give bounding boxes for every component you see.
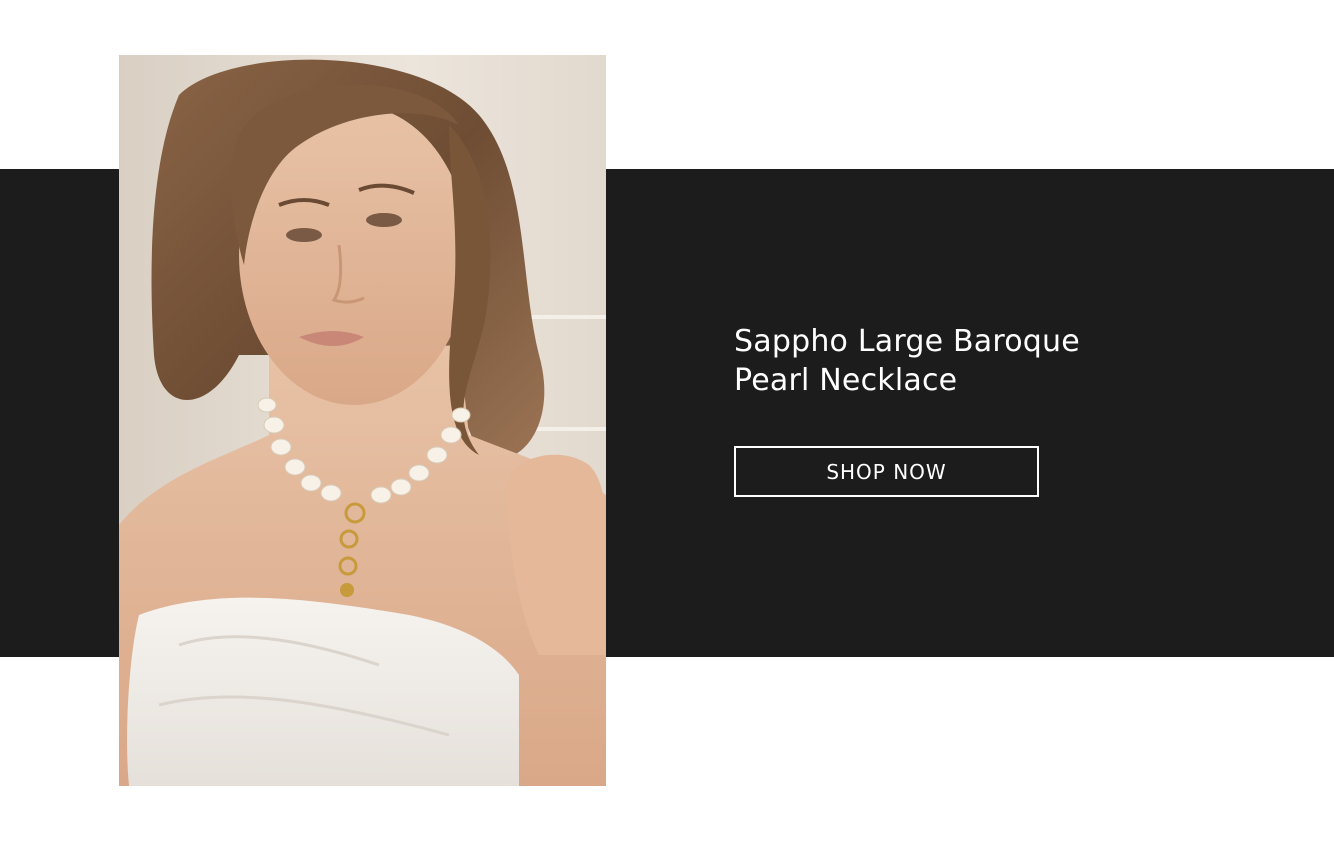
product-title-line-2: Pearl Necklace	[734, 363, 958, 398]
product-title-line-1: Sappho Large Baroque	[734, 324, 1080, 359]
product-title: Sappho Large Baroque Pearl Necklace	[734, 322, 1154, 400]
product-copy: Sappho Large Baroque Pearl Necklace	[734, 322, 1154, 400]
promo-banner: Sappho Large Baroque Pearl Necklace SHOP…	[0, 0, 1334, 841]
shop-now-button[interactable]: SHOP NOW	[734, 446, 1039, 497]
product-model-photo[interactable]	[119, 55, 606, 786]
